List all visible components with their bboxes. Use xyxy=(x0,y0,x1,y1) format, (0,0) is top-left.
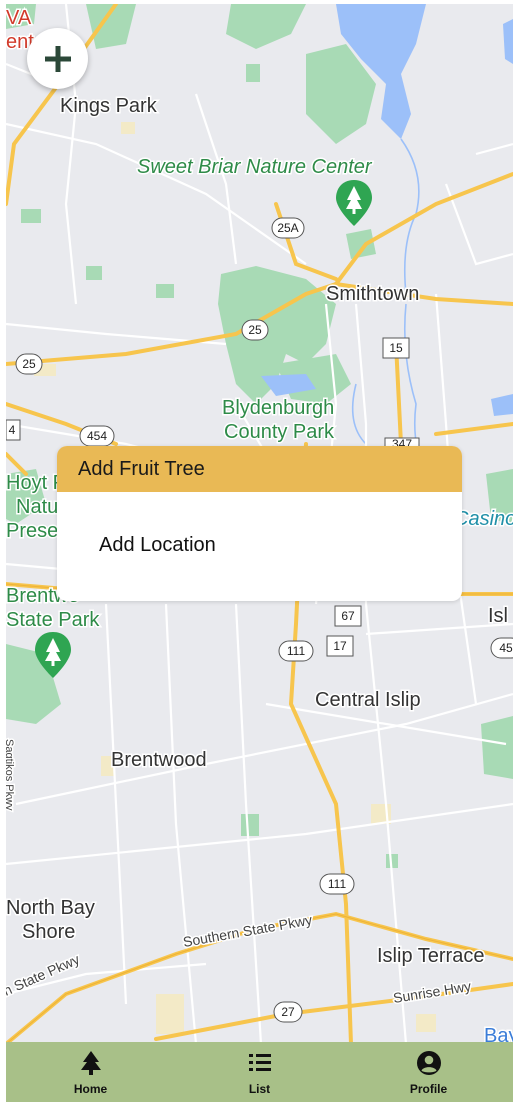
add-fruit-tree-menu: Add Fruit Tree Add Location xyxy=(57,446,462,601)
svg-text:25A: 25A xyxy=(277,221,298,235)
menu-header: Add Fruit Tree xyxy=(57,446,462,492)
label-brentwood-sp-2: State Park xyxy=(6,609,100,631)
svg-text:111: 111 xyxy=(328,877,347,891)
shield-4: 4 xyxy=(6,419,21,441)
label-hoyt-3: Prese xyxy=(6,520,58,542)
label-north-bay-2: Shore xyxy=(22,921,75,943)
nav-list-label: List xyxy=(248,1082,271,1096)
app-screen: 25A 25 25 15 454 4 347 67 17 111 111 27 … xyxy=(6,4,513,1102)
nav-home[interactable]: Home xyxy=(31,1042,151,1096)
menu-title: Add Fruit Tree xyxy=(78,457,205,480)
svg-text:111: 111 xyxy=(287,644,306,658)
shield-25a: 25A xyxy=(271,217,305,239)
nav-profile[interactable]: Profile xyxy=(369,1042,489,1096)
nav-profile-label: Profile xyxy=(409,1082,448,1096)
svg-text:25: 25 xyxy=(248,323,262,337)
list-icon xyxy=(248,1054,271,1071)
label-va: VA xyxy=(6,7,32,29)
svg-text:27: 27 xyxy=(281,1005,295,1019)
label-brentwood: Brentwood xyxy=(111,749,207,771)
label-north-bay-1: North Bay xyxy=(6,897,95,919)
svg-text:25: 25 xyxy=(22,357,36,371)
nav-home-label: Home xyxy=(73,1082,108,1096)
svg-text:454: 454 xyxy=(87,429,107,443)
shield-454: 454 xyxy=(79,425,115,447)
label-sagtikos: Sagtikos Pkwy xyxy=(6,739,15,811)
label-islip-terrace: Islip Terrace xyxy=(377,945,484,967)
label-casino: Casino xyxy=(454,508,513,530)
shield-45: 45 xyxy=(490,637,513,659)
shield-27: 27 xyxy=(273,1001,303,1023)
label-sweet-briar: Sweet Briar Nature Center xyxy=(137,156,373,178)
svg-text:15: 15 xyxy=(389,341,403,355)
shield-67: 67 xyxy=(334,605,362,627)
label-kings-park: Kings Park xyxy=(60,95,158,117)
account-circle-icon xyxy=(416,1051,441,1075)
add-location-item[interactable]: Add Location xyxy=(99,534,216,557)
svg-text:17: 17 xyxy=(333,639,347,653)
svg-text:45: 45 xyxy=(499,641,513,655)
add-fab-button[interactable] xyxy=(27,28,88,89)
label-smithtown: Smithtown xyxy=(326,283,419,305)
shield-111-a: 111 xyxy=(278,640,314,662)
label-isl: Isl xyxy=(488,605,508,627)
svg-text:67: 67 xyxy=(341,609,355,623)
menu-body: Add Location xyxy=(57,492,462,601)
shield-15: 15 xyxy=(382,337,410,359)
shield-25-a: 25 xyxy=(241,319,269,341)
nav-list[interactable]: List xyxy=(200,1042,320,1096)
label-hoyt-2: Natu xyxy=(16,496,58,518)
label-blydenburgh-1: Blydenburgh xyxy=(222,397,334,419)
tree-icon xyxy=(80,1051,101,1075)
label-central-islip: Central Islip xyxy=(315,689,421,711)
bottom-navigation: Home List Profile xyxy=(6,1042,513,1102)
plus-icon xyxy=(44,45,71,72)
label-county-park: County Park xyxy=(224,421,335,443)
shield-111-b: 111 xyxy=(319,873,355,895)
shield-17: 17 xyxy=(326,635,354,657)
shield-25-b: 25 xyxy=(15,353,43,375)
svg-text:4: 4 xyxy=(9,423,16,437)
